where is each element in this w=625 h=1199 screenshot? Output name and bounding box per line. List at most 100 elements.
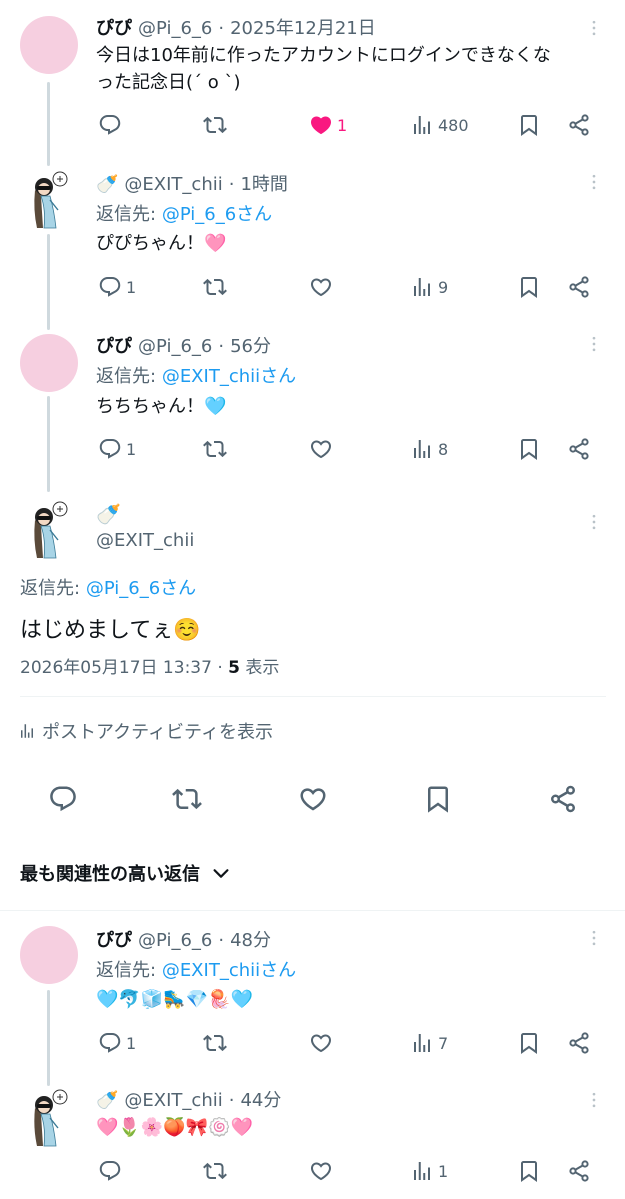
reply-button[interactable] bbox=[48, 786, 78, 812]
repost-button[interactable] bbox=[203, 274, 231, 300]
reply-icon bbox=[98, 113, 122, 137]
post-time[interactable]: 56分 bbox=[230, 332, 271, 358]
author-name[interactable]: 🍼 bbox=[96, 502, 121, 526]
bar-chart-icon bbox=[410, 1031, 434, 1055]
like-button[interactable] bbox=[309, 274, 337, 300]
post-time[interactable]: 48分 bbox=[230, 926, 271, 952]
heart-icon bbox=[309, 275, 333, 299]
more-icon[interactable] bbox=[584, 512, 604, 532]
author-name[interactable]: 🍼 bbox=[96, 174, 118, 195]
repost-button[interactable] bbox=[203, 1030, 231, 1056]
repost-icon bbox=[203, 113, 227, 137]
reply-button[interactable] bbox=[98, 112, 126, 138]
share-button[interactable] bbox=[567, 112, 591, 138]
share-icon bbox=[567, 113, 591, 137]
author-name[interactable]: ぴぴ bbox=[96, 926, 132, 952]
reply-icon bbox=[98, 1031, 122, 1055]
reply-button[interactable]: 1 bbox=[98, 274, 136, 300]
separator-dot: · bbox=[218, 18, 225, 39]
author-handle[interactable]: @Pi_6_6 bbox=[138, 930, 212, 951]
views-count: 7 bbox=[438, 1033, 449, 1053]
views-button[interactable]: 9 bbox=[410, 274, 448, 300]
more-icon[interactable] bbox=[584, 1090, 604, 1110]
reply-button[interactable]: 1 bbox=[98, 1030, 136, 1056]
repost-icon bbox=[203, 1031, 227, 1055]
separator-dot: · bbox=[228, 174, 235, 195]
share-button[interactable] bbox=[567, 274, 591, 300]
share-button[interactable] bbox=[567, 1030, 591, 1056]
author-handle[interactable]: @EXIT_chii bbox=[96, 530, 194, 551]
repost-button[interactable] bbox=[203, 1158, 231, 1184]
author-handle[interactable]: @Pi_6_6 bbox=[138, 336, 212, 357]
post-text-line: 今日は10年前に作ったアカウントにログインできなくな bbox=[96, 45, 551, 66]
thread-line bbox=[47, 234, 50, 330]
bookmark-button[interactable] bbox=[517, 1030, 541, 1056]
avatar[interactable] bbox=[20, 334, 78, 392]
avatar[interactable] bbox=[20, 926, 78, 984]
post-timestamp[interactable]: 2026年05月17日 13:37 bbox=[20, 658, 212, 678]
share-button[interactable] bbox=[548, 786, 578, 812]
bookmark-button[interactable] bbox=[517, 1158, 541, 1184]
author-handle[interactable]: @Pi_6_6 bbox=[138, 18, 212, 39]
separator-dot: · bbox=[228, 1090, 235, 1111]
share-button[interactable] bbox=[567, 1158, 591, 1184]
author-handle[interactable]: @EXIT_chii bbox=[124, 1090, 222, 1111]
more-icon[interactable] bbox=[584, 334, 604, 354]
like-button[interactable]: 1 bbox=[309, 112, 347, 138]
avatar[interactable] bbox=[24, 1088, 72, 1148]
bookmark-icon bbox=[517, 1031, 541, 1055]
author-handle[interactable]: @EXIT_chii bbox=[124, 174, 222, 195]
reply-to-label: 返信先: bbox=[96, 960, 157, 981]
post-text: 🩷🌷🌸🍑🎀🍥🩷 bbox=[96, 1117, 253, 1138]
repost-button[interactable] bbox=[203, 112, 231, 138]
reply-to-link[interactable]: @EXIT_chiiさん bbox=[162, 366, 296, 387]
like-button[interactable] bbox=[309, 1158, 337, 1184]
post-text-line: った記念日(ˊ o ˋ) bbox=[96, 72, 241, 93]
avatar[interactable] bbox=[24, 170, 72, 230]
reply-button[interactable]: 1 bbox=[98, 436, 136, 462]
thread-line bbox=[47, 990, 50, 1086]
repost-button[interactable] bbox=[203, 436, 231, 462]
author-name[interactable]: ぴぴ bbox=[96, 14, 132, 40]
views-label: 表示 bbox=[245, 658, 280, 678]
views-button[interactable]: 480 bbox=[410, 112, 469, 138]
like-button[interactable] bbox=[309, 1030, 337, 1056]
avatar[interactable] bbox=[20, 16, 78, 74]
post-time[interactable]: 2025年12月21日 bbox=[230, 14, 376, 40]
reply-button[interactable] bbox=[98, 1158, 126, 1184]
share-button[interactable] bbox=[567, 436, 591, 462]
bookmark-button[interactable] bbox=[517, 274, 541, 300]
post-activity-link[interactable]: ポストアクティビティを表示 bbox=[18, 718, 273, 744]
bar-chart-icon bbox=[410, 275, 434, 299]
reply-to-link[interactable]: @Pi_6_6さん bbox=[86, 578, 196, 599]
post-time[interactable]: 1時間 bbox=[240, 170, 287, 196]
post-text: はじめましてぇ☺️ bbox=[20, 618, 201, 643]
reply-to-link[interactable]: @Pi_6_6さん bbox=[162, 204, 272, 225]
more-icon[interactable] bbox=[584, 928, 604, 948]
heart-filled-icon bbox=[309, 113, 333, 137]
separator-dot: · bbox=[218, 930, 225, 951]
views-button[interactable]: 8 bbox=[410, 436, 448, 462]
author-name[interactable]: 🍼 bbox=[96, 1090, 118, 1111]
post-text: ぴぴちゃん！🩷 bbox=[96, 233, 227, 254]
bookmark-button[interactable] bbox=[517, 112, 541, 138]
reply-to-label: 返信先: bbox=[96, 366, 157, 387]
more-icon[interactable] bbox=[584, 18, 604, 38]
share-icon bbox=[567, 1159, 591, 1183]
separator-dot: · bbox=[218, 336, 225, 357]
post-time[interactable]: 44分 bbox=[240, 1086, 281, 1112]
repost-button[interactable] bbox=[172, 786, 202, 812]
like-button[interactable] bbox=[309, 436, 337, 462]
bookmark-button[interactable] bbox=[517, 436, 541, 462]
views-button[interactable]: 1 bbox=[410, 1158, 448, 1184]
author-name[interactable]: ぴぴ bbox=[96, 332, 132, 358]
reply-sort-dropdown[interactable]: 最も関連性の高い返信 bbox=[20, 860, 232, 886]
repost-icon bbox=[203, 275, 227, 299]
bookmark-button[interactable] bbox=[423, 786, 453, 812]
views-button[interactable]: 7 bbox=[410, 1030, 448, 1056]
avatar[interactable] bbox=[24, 500, 72, 560]
reply-to-link[interactable]: @EXIT_chiiさん bbox=[162, 960, 296, 981]
like-count: 1 bbox=[337, 115, 348, 135]
like-button[interactable] bbox=[298, 786, 328, 812]
more-icon[interactable] bbox=[584, 172, 604, 192]
